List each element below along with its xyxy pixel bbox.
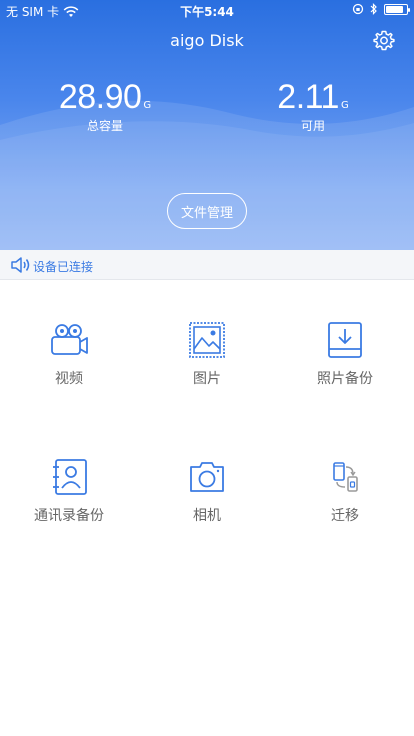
app-title: aigo Disk: [170, 31, 244, 50]
picture-icon: [189, 322, 225, 358]
orientation-lock-icon: [352, 3, 364, 15]
tile-photo-backup[interactable]: 照片备份: [276, 300, 414, 420]
tile-migrate[interactable]: 迁移: [276, 437, 414, 557]
free-capacity-value: 2.11: [277, 78, 339, 116]
file-manager-button[interactable]: 文件管理: [167, 193, 247, 229]
migrate-icon: [333, 462, 358, 492]
tile-picture-label: 图片: [193, 371, 221, 387]
free-capacity-label: 可用: [300, 119, 325, 133]
tile-video[interactable]: 视频: [0, 300, 138, 420]
tile-video-label: 视频: [55, 371, 83, 387]
total-capacity-unit: G: [143, 100, 152, 111]
total-capacity: 28.90 G 总容量: [40, 78, 170, 134]
contacts-backup-icon: [53, 459, 87, 495]
total-capacity-value-row: 28.90 G: [40, 78, 170, 117]
camera-icon: [190, 462, 224, 492]
header: 无 SIM 卡 下午5:44 aigo Disk 28.90 G 总容量 2.1…: [0, 0, 414, 250]
status-right: [352, 3, 410, 15]
free-capacity-value-row: 2.11 G: [263, 78, 363, 117]
tile-camera-label: 相机: [193, 508, 221, 524]
free-capacity: 2.11 G 可用: [263, 78, 363, 134]
connection-status-text: 设备已连接: [33, 260, 94, 274]
tile-picture[interactable]: 图片: [138, 300, 276, 420]
photo-backup-icon: [328, 322, 362, 358]
tile-contacts-backup-label: 通讯录备份: [34, 508, 104, 524]
gear-icon[interactable]: [372, 29, 396, 53]
battery-fill: [386, 5, 403, 13]
tile-contacts-backup[interactable]: 通讯录备份: [0, 437, 138, 557]
bluetooth-icon: [370, 3, 377, 15]
connection-status-bar: 设备已连接: [0, 250, 414, 280]
total-capacity-label: 总容量: [86, 119, 123, 133]
speaker-icon: [11, 257, 30, 273]
total-capacity-value: 28.90: [58, 78, 142, 116]
tile-migrate-label: 迁移: [331, 508, 359, 524]
free-capacity-unit: G: [340, 100, 349, 111]
status-bar: 无 SIM 卡 下午5:44: [0, 0, 414, 22]
video-camera-icon: [51, 324, 88, 355]
battery-icon: [384, 3, 410, 15]
tile-photo-backup-label: 照片备份: [317, 371, 373, 387]
tile-camera[interactable]: 相机: [138, 437, 276, 557]
